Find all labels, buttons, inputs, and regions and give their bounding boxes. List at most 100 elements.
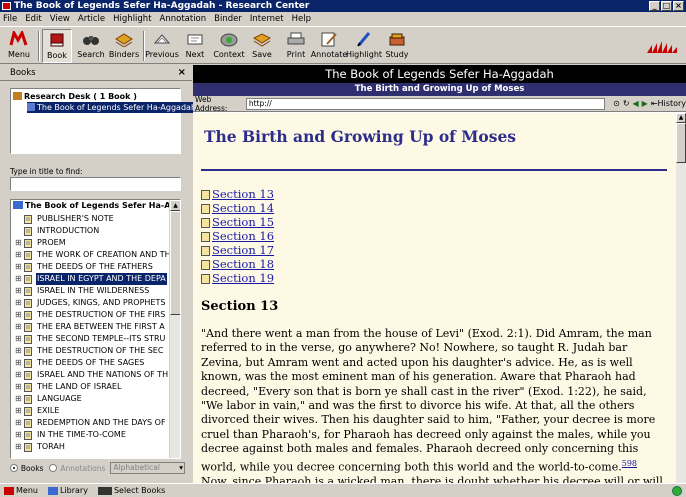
web-address-label: Web Address: (195, 94, 228, 113)
expand-icon[interactable]: ⊞ (15, 357, 24, 369)
scroll-thumb[interactable] (170, 211, 180, 315)
menu-annotation[interactable]: Annotation (160, 14, 207, 24)
section-link[interactable]: Section 17 (201, 243, 274, 257)
back-arrow-icon[interactable]: ◀ (633, 99, 639, 108)
section-link[interactable]: Section 14 (201, 201, 274, 215)
tree-item[interactable]: ⊞ THE DEEDS OF THE FATHERS (15, 261, 154, 273)
expand-icon[interactable]: ⊞ (15, 285, 24, 297)
section-link[interactable]: Section 16 (201, 229, 274, 243)
book-icon (24, 346, 33, 356)
menu-button[interactable]: Menu (4, 29, 34, 63)
section-link[interactable]: Section 15 (201, 215, 274, 229)
expand-icon[interactable]: ⊞ (15, 393, 24, 405)
expand-icon[interactable]: ⊞ (15, 309, 24, 321)
print-button[interactable]: Print (283, 29, 309, 63)
tree-item[interactable]: ⊞ THE LAND OF ISRAEL (15, 381, 122, 393)
minimize-button[interactable]: _ (649, 1, 660, 11)
forward-arrow-icon[interactable]: ▶ (642, 99, 648, 108)
refresh-icon[interactable]: ↻ (623, 99, 630, 108)
book-button[interactable]: Book (42, 29, 72, 63)
go-icon[interactable]: ⊙ (613, 99, 620, 108)
tree-item[interactable]: ⊞ REDEMPTION AND THE DAYS OF (15, 417, 167, 429)
previous-page-icon (152, 30, 172, 48)
chapter-divider (201, 169, 667, 171)
expand-icon[interactable]: ⊞ (15, 261, 24, 273)
menu-help[interactable]: Help (292, 14, 311, 24)
footnote-link[interactable]: 598 (622, 459, 637, 468)
annotations-radio[interactable] (49, 464, 58, 472)
tree-item[interactable]: ⊞ THE ERA BETWEEN THE FIRST A (15, 321, 166, 333)
expand-icon[interactable]: ⊞ (15, 381, 24, 393)
research-desk-item[interactable]: Research Desk ( 1 Book ) (13, 91, 137, 102)
tree-item[interactable]: ⊞ ISRAEL IN THE WILDERNESS (15, 285, 150, 297)
tree-item[interactable]: ⊞ ISRAEL IN EGYPT AND THE DEPA (15, 273, 167, 285)
menu-view[interactable]: View (50, 14, 70, 24)
expand-icon[interactable]: ⊞ (15, 429, 24, 441)
expand-icon[interactable]: ⊞ (15, 333, 24, 345)
menu-binder[interactable]: Binder (214, 14, 242, 24)
tree-item[interactable]: INTRODUCTION (15, 225, 100, 237)
tree-item[interactable]: ⊞ PROEM (15, 237, 67, 249)
close-panel-icon[interactable]: × (178, 65, 186, 81)
tree-scrollbar[interactable]: ▲ (169, 200, 180, 458)
status-select-books-button[interactable]: Select Books (97, 486, 165, 495)
tree-item[interactable]: ⊞ JUDGES, KINGS, AND PROPHETS (15, 297, 166, 309)
menu-highlight[interactable]: Highlight (113, 14, 151, 24)
tree-item[interactable]: ⊞ EXILE (15, 405, 60, 417)
status-library-button[interactable]: Library (47, 486, 88, 495)
tree-item[interactable]: ⊞ THE DESTRUCTION OF THE FIRS (15, 309, 166, 321)
context-button[interactable]: Context (213, 29, 245, 63)
expand-icon[interactable]: ⊞ (15, 369, 24, 381)
expand-icon[interactable]: ⊞ (15, 441, 24, 453)
annotate-button[interactable]: Annotate (311, 29, 347, 63)
content-scrollbar[interactable]: ▲ (676, 113, 686, 483)
scroll-thumb[interactable] (676, 123, 686, 163)
tree-item[interactable]: ⊞ ISRAEL AND THE NATIONS OF TH (15, 369, 169, 381)
menu-internet[interactable]: Internet (250, 14, 284, 24)
web-address-input[interactable]: http:// (245, 97, 606, 110)
binders-button[interactable]: Binders (108, 29, 140, 63)
menu-file[interactable]: File (3, 14, 17, 24)
study-button[interactable]: Study (383, 29, 411, 63)
tree-item[interactable]: ⊞ THE DESTRUCTION OF THE SEC (15, 345, 164, 357)
menu-article[interactable]: Article (78, 14, 105, 24)
menu-edit[interactable]: Edit (25, 14, 41, 24)
tree-item[interactable]: ⊞ TORAH (15, 441, 66, 453)
book-icon (24, 334, 33, 344)
maximize-button[interactable]: □ (661, 1, 672, 11)
tree-item[interactable]: ⊞ THE WORK OF CREATION AND THE (15, 249, 177, 261)
section-link[interactable]: Section 13 (201, 187, 274, 201)
close-window-button[interactable]: × (673, 1, 684, 11)
previous-button[interactable]: Previous (145, 29, 179, 63)
research-desk-list: Research Desk ( 1 Book ) The Book of Leg… (10, 88, 199, 154)
expand-icon[interactable]: ⊞ (15, 273, 24, 285)
expand-icon[interactable]: ⊞ (15, 321, 24, 333)
tree-item[interactable]: ⊞ LANGUAGE (15, 393, 83, 405)
sort-select[interactable]: Alphabetical (110, 462, 186, 474)
title-find-input[interactable] (10, 177, 181, 191)
scroll-up-icon[interactable]: ▲ (676, 113, 686, 123)
expand-icon[interactable]: ⊞ (15, 345, 24, 357)
tree-item[interactable]: ⊞ IN THE TIME-TO-COME (15, 429, 127, 441)
tree-item[interactable]: ⊞ THE DEEDS OF THE SAGES (15, 357, 145, 369)
expand-icon[interactable]: ⊞ (15, 237, 24, 249)
section-links: Section 13 Section 14 Section 15 Section… (201, 187, 274, 285)
tree-root[interactable]: The Book of Legends Sefer Ha-Aggadah (13, 201, 180, 210)
section-link[interactable]: Section 19 (201, 271, 274, 285)
tree-item[interactable]: ⊞ THE SECOND TEMPLE--ITS STRU (15, 333, 166, 345)
next-button[interactable]: Next (182, 29, 208, 63)
scroll-up-icon[interactable]: ▲ (170, 200, 180, 211)
status-menu-button[interactable]: Menu (4, 486, 38, 495)
section-link[interactable]: Section 18 (201, 257, 274, 271)
expand-icon[interactable]: ⊞ (15, 417, 24, 429)
expand-icon[interactable]: ⊞ (15, 249, 24, 261)
highlight-button[interactable]: Highlight (346, 29, 382, 63)
history-button[interactable]: ⇤History (651, 99, 686, 108)
books-radio[interactable] (10, 464, 18, 472)
search-button[interactable]: Search (76, 29, 106, 63)
desk-book-item[interactable]: The Book of Legends Sefer Ha-Aggadah (27, 102, 199, 113)
expand-icon[interactable]: ⊞ (15, 297, 24, 309)
tree-item[interactable]: PUBLISHER'S NOTE (15, 213, 115, 225)
save-button[interactable]: Save (248, 29, 276, 63)
expand-icon[interactable]: ⊞ (15, 405, 24, 417)
